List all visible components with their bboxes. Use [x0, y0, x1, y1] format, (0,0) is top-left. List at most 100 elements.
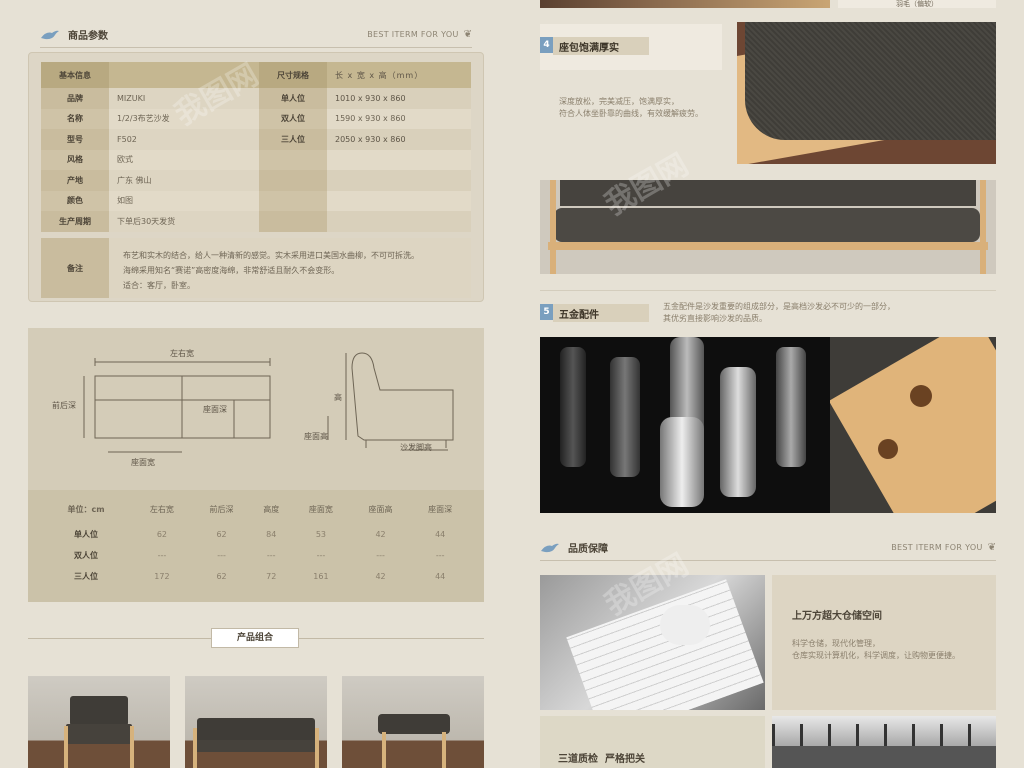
dim-header-cell: 左右宽 — [149, 504, 174, 514]
size-label: 单人位 — [259, 88, 327, 109]
combo-single-sofa-image — [28, 676, 170, 768]
dim-cell: 53 — [315, 530, 327, 539]
dim-cell: 161 — [313, 572, 329, 581]
dim-header-cell: 座面深 — [428, 504, 453, 514]
spec-row: 颜色 如图 — [41, 190, 471, 211]
spec-label: 型号 — [41, 129, 109, 150]
remark-line: 布艺和实木的结合，给人一种清新的感觉。实木采用进口美国水曲柳，不可可拆洗。 — [123, 251, 419, 260]
size-label — [259, 149, 327, 170]
inspect-card: 三道质检 严格把关 — [540, 716, 765, 768]
section-4-desc: 深度放松，完美减压，饱满厚实， 符合人体坐卧靠的曲线，有效缓解疲劳。 — [559, 96, 729, 120]
dim-cell: --- — [217, 551, 226, 560]
size-value — [327, 211, 471, 232]
sofa-side-outline — [351, 352, 454, 441]
dim-cell: 62 — [216, 572, 227, 581]
bird-icon — [541, 543, 559, 552]
section-5-line: 五金配件是沙发重要的组成部分，是高档沙发必不可少的一部分， — [663, 302, 895, 311]
spec-label: 品牌 — [41, 88, 109, 109]
warehouse-card: 上万方超大仓储空间 科学仓储，现代化管理， 仓库实现计算机化，科学调度，让购物更… — [772, 575, 996, 710]
hardware-legs-image — [540, 337, 830, 513]
dim-header-row: 单位：cm 左右宽 前后深 高度 座面宽 座面高 座面深 — [40, 494, 470, 524]
bird-icon — [41, 30, 59, 39]
dim-row: 三人位 172 62 72 161 42 44 — [40, 566, 470, 587]
size-value — [327, 149, 471, 170]
dim-header-cell: 单位：cm — [67, 504, 105, 514]
dim-header-cell: 高度 — [263, 504, 280, 514]
leaf-icon: ❦ — [987, 542, 996, 553]
spec-row: 型号 F502 三人位 2050 x 930 x 860 — [41, 129, 471, 150]
factory-image — [772, 716, 996, 768]
size-value — [327, 170, 471, 191]
dim-foot-height-label: 沙发脚高 — [400, 442, 432, 452]
size-label — [259, 190, 327, 211]
dim-cell: --- — [435, 551, 445, 560]
dim-header-cell: 前后深 — [209, 504, 234, 514]
dim-width-label: 左右宽 — [170, 348, 194, 358]
dim-cell: 42 — [375, 572, 386, 581]
dim-cell: 84 — [266, 530, 277, 539]
dim-header-cell: 座面宽 — [308, 504, 333, 514]
warehouse-title: 上万方超大仓储空间 — [792, 611, 882, 622]
spec-row: 产地 广东 佛山 — [41, 170, 471, 191]
warehouse-line: 科学仓储，现代化管理， — [792, 639, 880, 648]
spec-value: F502 — [109, 129, 259, 150]
dim-row: 单人位 62 62 84 53 42 44 — [40, 524, 470, 545]
dim-row-label: 双人位 — [74, 551, 99, 560]
dim-cell: --- — [316, 551, 326, 560]
section-4-title: 座包饱满厚实 — [559, 42, 619, 54]
remark-row: 备注 布艺和实木的结合，给人一种清新的感觉。实木采用进口美国水曲柳，不可可拆洗。… — [41, 238, 471, 298]
size-value: 1010 x 930 x 860 — [327, 88, 471, 109]
spec-row: 名称 1/2/3布艺沙发 双人位 1590 x 930 x 860 — [41, 108, 471, 129]
combo-stool-image — [342, 676, 484, 768]
section-4-line: 深度放松，完美减压，饱满厚实， — [559, 97, 679, 106]
spec-value: 欧式 — [109, 149, 259, 170]
spec-value: 如图 — [109, 190, 259, 211]
size-label: 三人位 — [259, 129, 327, 150]
dim-cell: --- — [157, 551, 167, 560]
spec-label: 生产周期 — [41, 211, 109, 232]
dim-cell: 44 — [435, 572, 446, 581]
quality-section-header: 品质保障 BEST ITERM FOR YOU ❦ — [540, 535, 996, 561]
quality-title: 品质保障 — [568, 544, 608, 555]
cushion-closeup-image — [737, 22, 996, 164]
dim-row-label: 三人位 — [74, 572, 99, 581]
params-title: 商品参数 — [68, 31, 108, 42]
spec-row: 生产周期 下单后30天发货 — [41, 211, 471, 232]
spec-header-label: 基本信息 — [41, 62, 109, 88]
size-header-label: 尺寸规格 — [259, 62, 327, 88]
size-label: 双人位 — [259, 108, 327, 129]
dim-cell: --- — [376, 551, 385, 560]
spec-value: 广东 佛山 — [109, 170, 259, 191]
section-5-desc: 五金配件是沙发重要的组成部分，是高档沙发必不可少的一部分， 其优劣直接影响沙发的… — [663, 301, 993, 325]
dim-cell: 62 — [156, 530, 168, 539]
size-header-value: 长 x 宽 x 高（mm） — [327, 62, 471, 88]
dim-cell: 44 — [435, 530, 446, 539]
size-value: 2050 x 930 x 860 — [327, 129, 471, 150]
remark-line: 海绵采用知名“赛诺”高密度海绵，非常舒适且耐久不会变形。 — [123, 266, 340, 275]
dim-cell: --- — [266, 551, 276, 560]
section-5-title-bar: 五金配件 — [553, 304, 649, 322]
combo-title: 产品组合 — [211, 628, 299, 648]
spec-row: 风格 欧式 — [41, 149, 471, 170]
remark-label: 备注 — [41, 238, 109, 298]
dim-cell: 62 — [216, 530, 227, 539]
section-4-line: 符合人体坐卧靠的曲线，有效缓解疲劳。 — [559, 109, 703, 118]
section-5-title: 五金配件 — [559, 309, 599, 321]
section-5-line: 其优劣直接影响沙发的品质。 — [663, 314, 767, 323]
spec-label: 产地 — [41, 170, 109, 191]
dim-seat-width-label: 座面宽 — [131, 457, 155, 467]
remark-line: 适合：客厅，卧室。 — [123, 281, 195, 290]
dim-height-label: 高 — [334, 392, 342, 402]
spec-label: 名称 — [41, 108, 109, 129]
section-4-number: 4 — [540, 37, 553, 53]
dim-cell: 172 — [154, 572, 170, 581]
spec-label: 颜色 — [41, 190, 109, 211]
spec-label: 风格 — [41, 149, 109, 170]
section-5-number: 5 — [540, 304, 553, 320]
quality-tagline: BEST ITERM FOR YOU — [891, 543, 983, 552]
dim-seat-depth-label: 座面深 — [203, 404, 227, 414]
inspect-title: 三道质检 严格把关 — [558, 754, 645, 765]
dim-cell: 72 — [266, 572, 277, 581]
size-value — [327, 190, 471, 211]
sofa-dimension-diagram: 左右宽 前后深 座面深 座面宽 高 座面高 沙发脚高 — [52, 348, 454, 467]
